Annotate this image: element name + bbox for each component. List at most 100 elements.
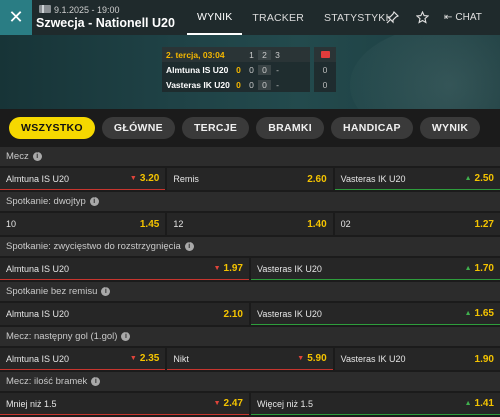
market-title: Mecz [6,151,29,162]
market-filters: WSZYSTKO GŁÓWNE TERCJE BRAMKI HANDICAP W… [0,109,500,147]
team-score: 0 [236,79,241,90]
market-header[interactable]: Mecz: następny gol (1.gol) i [0,327,500,346]
match-tabs: WYNIK TRACKER STATYSTYKI [187,0,399,35]
selection-label: Remis [173,174,199,184]
market-header[interactable]: Spotkanie: zwycięstwo do rozstrzygnięcia… [0,237,500,256]
selection-label: Więcej niż 1.5 [257,398,314,409]
info-icon[interactable]: i [32,152,42,161]
odds-price: 1.90 [474,353,494,365]
filter-tercje[interactable]: TERCJE [181,117,250,139]
chat-expand-icon: ⇤ [444,12,453,23]
odds-price-wrap: 2.60 [307,174,326,185]
scoreboard-row-away: Vasteras IK U20 0 0 0 - [162,77,310,92]
odds-price-wrap: ▼ 5.90 [297,353,326,364]
odds-row: Almtuna IS U20 2.10 Vasteras IK U20 ▲ 1.65 [0,303,500,325]
market-title: Spotkanie: dwojtyp [6,196,86,207]
market-header[interactable]: Mecz: ilość bramek i [0,372,500,391]
period-col-1: 1 [249,49,254,60]
odds-button[interactable]: Almtuna IS U20 ▼ 1.97 [0,258,249,280]
period-score: 0 [249,64,254,75]
market-title: Mecz: następny gol (1.gol) [6,331,118,342]
info-icon[interactable]: i [101,287,111,296]
odds-button[interactable]: Vasteras IK U20 1.90 [334,348,500,370]
period-status: 2. tercja, 03:04 [166,49,225,60]
home-cards: 0 [322,64,328,75]
odds-price: 1.40 [307,218,327,230]
odds-price: 1.41 [474,398,494,409]
pin-icon[interactable] [378,0,406,35]
trend-down-icon: ▼ [129,355,137,362]
filter-wynik[interactable]: WYNIK [419,117,481,139]
trend-up-icon: ▲ [464,310,472,317]
scoreboard-row-home: Almtuna IS U20 0 0 0 - [162,62,310,77]
odds-button[interactable]: Vasteras IK U20 ▲ 1.70 [251,258,500,280]
selection-label: Vasteras IK U20 [257,308,322,319]
penalty-card-icon [320,51,330,58]
market-header[interactable]: Mecz i [0,147,500,166]
odds-price: 2.60 [307,173,327,185]
info-icon[interactable]: i [184,242,194,251]
trend-down-icon: ▼ [213,265,221,272]
trend-up-icon: ▲ [464,265,472,272]
tab-wynik[interactable]: WYNIK [187,0,243,35]
odds-button[interactable]: 02 1.27 [334,213,500,235]
odds-button[interactable]: Więcej niż 1.5 ▲ 1.41 [251,393,500,415]
filter-glowne[interactable]: GŁÓWNE [101,117,175,139]
filter-handicap[interactable]: HANDICAP [330,117,413,139]
odds-price: 2.35 [139,353,160,364]
markets-list: Mecz i Almtuna IS U20 ▼ 3.20 Remis 2.60 Vastera… [0,147,500,417]
odds-button[interactable]: 12 1.40 [167,213,333,235]
market-header[interactable]: Spotkanie: dwojtyp i [0,192,500,211]
odds-row: 10 1.45 12 1.40 02 1.27 [0,213,500,235]
odds-button[interactable]: Almtuna IS U20 2.10 [0,303,249,325]
selection-label: Almtuna IS U20 [6,173,70,184]
trend-up-icon: ▲ [464,400,472,407]
trend-up-icon: ▲ [464,175,472,182]
period-score: 0 [258,64,271,75]
odds-button[interactable]: Almtuna IS U20 ▼ 3.20 [0,168,166,190]
period-col-2: 2 [258,49,271,60]
team-name: Vasteras IK U20 [166,79,230,90]
penalty-card-header [314,47,336,62]
market-title: Spotkanie bez remisu [6,286,98,297]
selection-label: 10 [6,219,17,229]
odds-button[interactable]: Vasteras IK U20 ▲ 1.65 [251,303,500,325]
selection-label: Vasteras IK U20 [257,263,322,274]
info-icon[interactable]: i [121,332,131,341]
filter-wszystko[interactable]: WSZYSTKO [9,117,95,139]
odds-row: Mniej niż 1.5 ▼ 2.47 Więcej niż 1.5 ▲ 1.41 [0,393,500,415]
odds-button[interactable]: Nikt ▼ 5.90 [167,348,333,370]
close-icon: ✕ [8,7,24,27]
favorite-star-icon[interactable] [408,0,436,35]
info-icon[interactable]: i [89,197,99,206]
odds-button[interactable]: Vasteras IK U20 ▲ 2.50 [334,168,500,190]
odds-price-wrap: 1.27 [475,219,494,230]
market-header[interactable]: Spotkanie bez remisu i [0,282,500,301]
scoreboard-header: 2. tercja, 03:04 1 2 3 [162,47,310,62]
odds-price: 2.10 [223,308,243,320]
selection-label: 02 [340,219,351,229]
odds-button[interactable]: Almtuna IS U20 ▼ 2.35 [0,348,166,370]
tab-tracker[interactable]: TRACKER [242,0,314,35]
period-col-3: 3 [275,49,280,60]
odds-price: 1.65 [474,308,494,319]
match-name: Szwecja - Nationell U20 [36,15,175,30]
info-icon[interactable]: i [91,377,101,386]
odds-button[interactable]: 10 1.45 [0,213,166,235]
odds-row: Almtuna IS U20 ▼ 3.20 Remis 2.60 Vasteras IK … [0,168,500,190]
close-button[interactable]: ✕ [0,0,32,35]
scoreboard: 2. tercja, 03:04 1 2 3 Almtuna IS U20 0 … [162,47,310,92]
filter-bramki[interactable]: BRAMKI [256,117,324,139]
odds-button[interactable]: Mniej niż 1.5 ▼ 2.47 [0,393,249,415]
odds-price-wrap: ▼ 2.35 [130,353,159,364]
trend-down-icon: ▼ [213,400,221,407]
odds-price-wrap: ▲ 1.70 [465,263,494,274]
trend-down-icon: ▼ [297,355,305,362]
team-score: 0 [236,64,241,75]
odds-price: 1.97 [223,263,243,274]
selection-label: Nikt [173,353,189,364]
cards-box: 0 0 [314,47,336,92]
market-title: Mecz: ilość bramek [6,376,88,387]
odds-button[interactable]: Remis 2.60 [167,168,333,190]
chat-button[interactable]: ⇤ CHAT [444,0,482,35]
